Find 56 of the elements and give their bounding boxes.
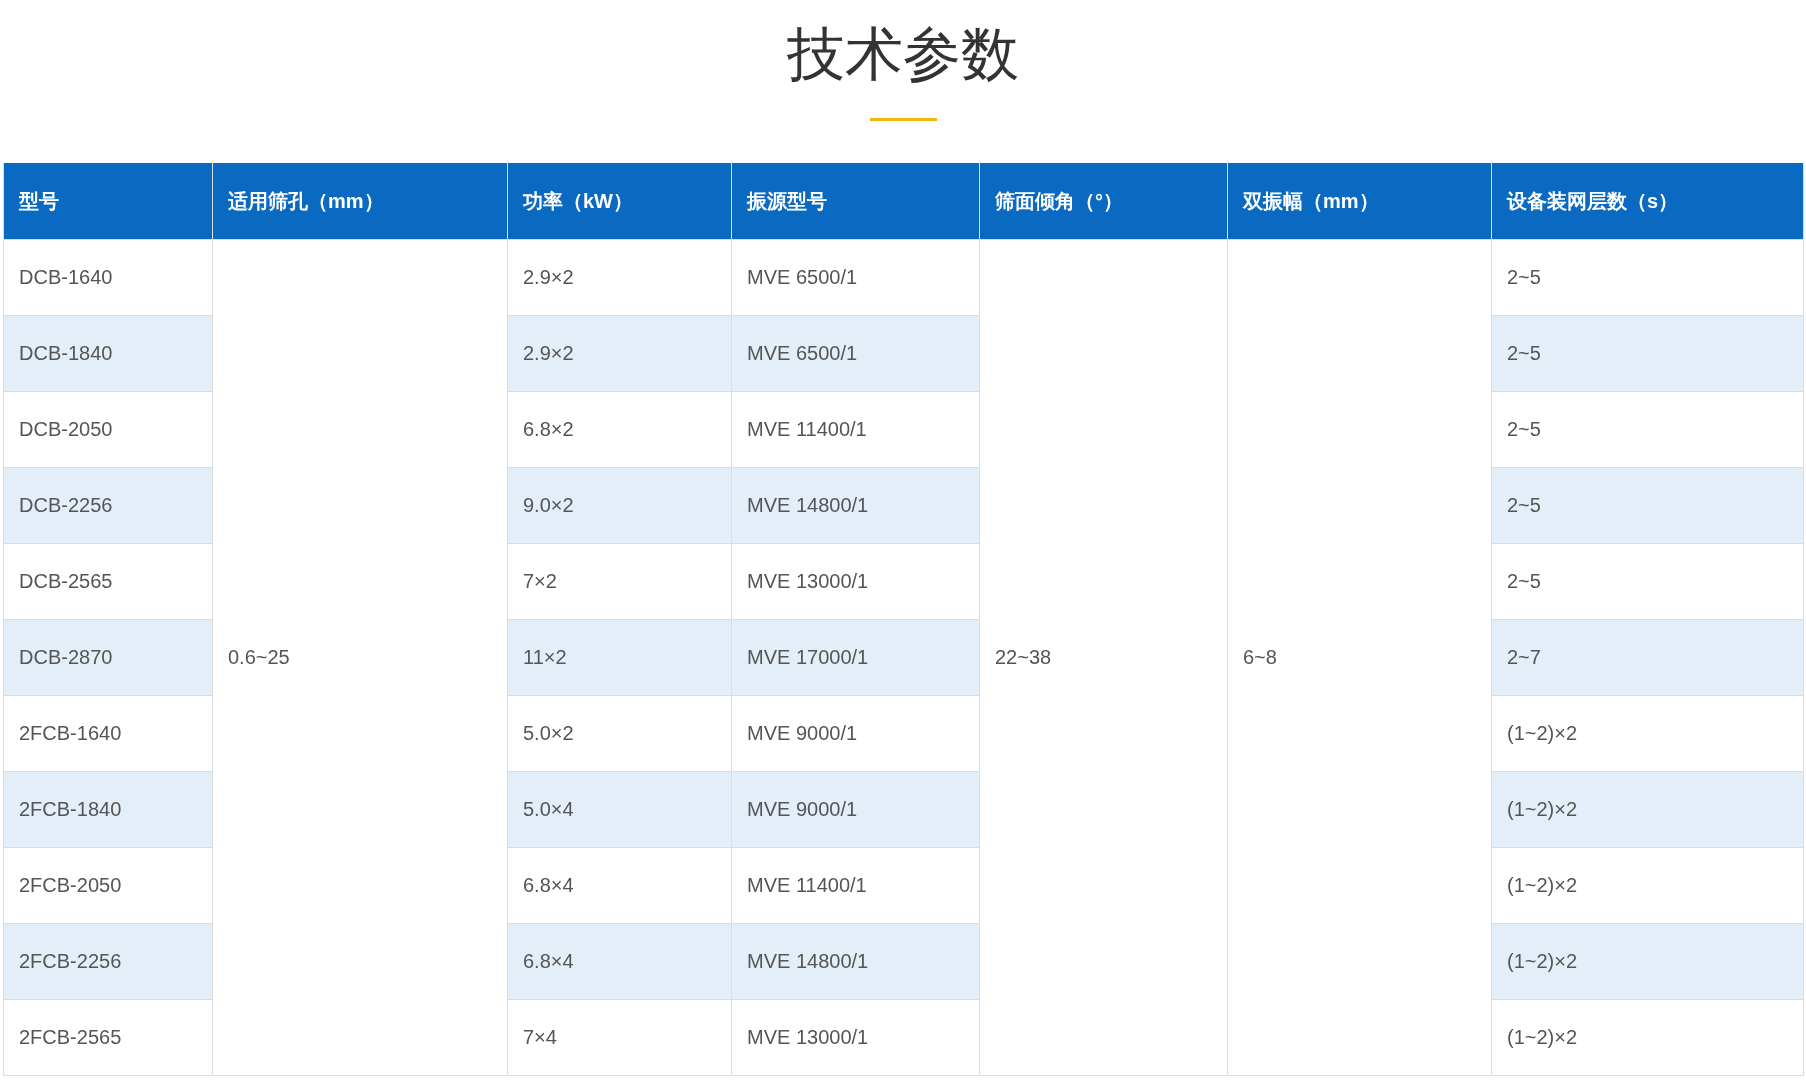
- table-cell: 0.6~25: [212, 239, 508, 1075]
- table-cell: 7×4: [507, 999, 732, 1075]
- table-cell: DCB-2565: [3, 543, 213, 619]
- table-cell: MVE 9000/1: [731, 695, 980, 771]
- column-header: 功率（kW）: [507, 163, 732, 239]
- column-header: 型号: [3, 163, 213, 239]
- table-cell: 2.9×2: [507, 315, 732, 391]
- table-cell: 6~8: [1227, 239, 1492, 1075]
- table-cell: MVE 13000/1: [731, 543, 980, 619]
- table-cell: MVE 9000/1: [731, 771, 980, 847]
- table-cell: 22~38: [979, 239, 1228, 1075]
- table-cell: MVE 6500/1: [731, 315, 980, 391]
- table-cell: DCB-2256: [3, 467, 213, 543]
- table-cell: 9.0×2: [507, 467, 732, 543]
- table-cell: 2~5: [1491, 543, 1804, 619]
- table-cell: DCB-1840: [3, 315, 213, 391]
- table-cell: MVE 14800/1: [731, 923, 980, 999]
- table-cell: MVE 11400/1: [731, 391, 980, 467]
- table-cell: 6.8×4: [507, 847, 732, 923]
- table-cell: (1~2)×2: [1491, 999, 1804, 1075]
- table-cell: MVE 6500/1: [731, 239, 980, 315]
- table-cell: 7×2: [507, 543, 732, 619]
- table-cell: DCB-2050: [3, 391, 213, 467]
- table-cell: (1~2)×2: [1491, 695, 1804, 771]
- table-cell: 2FCB-1840: [3, 771, 213, 847]
- table-cell: 5.0×2: [507, 695, 732, 771]
- table-cell: DCB-1640: [3, 239, 213, 315]
- table-cell: (1~2)×2: [1491, 771, 1804, 847]
- column-header: 振源型号: [731, 163, 980, 239]
- table-cell: MVE 14800/1: [731, 467, 980, 543]
- table-cell: 11×2: [507, 619, 732, 695]
- table-cell: 2FCB-2256: [3, 923, 213, 999]
- table-cell: 2~5: [1491, 239, 1804, 315]
- table-cell: 2~7: [1491, 619, 1804, 695]
- table-cell: MVE 17000/1: [731, 619, 980, 695]
- table-cell: 2~5: [1491, 391, 1804, 467]
- table-cell: 6.8×4: [507, 923, 732, 999]
- section-title: 技术参数: [787, 20, 1019, 88]
- table-cell: 2.9×2: [507, 239, 732, 315]
- table-cell: 2FCB-2565: [3, 999, 213, 1075]
- column-header: 筛面倾角（°）: [979, 163, 1228, 239]
- table-cell: MVE 11400/1: [731, 847, 980, 923]
- table-cell: 5.0×4: [507, 771, 732, 847]
- table-cell: 2FCB-1640: [3, 695, 213, 771]
- column-header: 双振幅（mm）: [1227, 163, 1492, 239]
- table-cell: 2~5: [1491, 315, 1804, 391]
- table-cell: 2FCB-2050: [3, 847, 213, 923]
- table-cell: DCB-2870: [3, 619, 213, 695]
- table-cell: 6.8×2: [507, 391, 732, 467]
- column-header: 适用筛孔（mm）: [212, 163, 508, 239]
- table-cell: (1~2)×2: [1491, 847, 1804, 923]
- table-cell: (1~2)×2: [1491, 923, 1804, 999]
- table-cell: MVE 13000/1: [731, 999, 980, 1075]
- table-cell: 2~5: [1491, 467, 1804, 543]
- column-header: 设备装网层数（s）: [1491, 163, 1804, 239]
- title-underline: [869, 118, 937, 121]
